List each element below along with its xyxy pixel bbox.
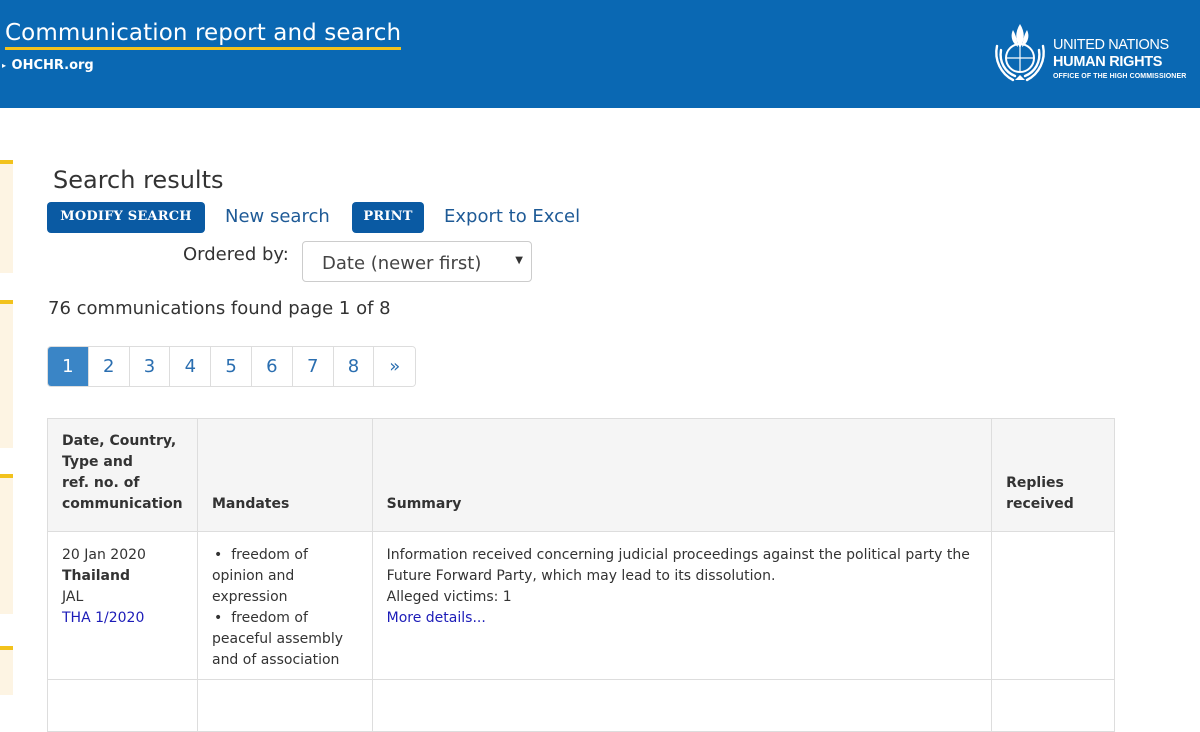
communication-country: Thailand bbox=[62, 568, 130, 584]
alleged-victims: Alleged victims: 1 bbox=[386, 589, 512, 605]
cell-replies bbox=[991, 531, 1115, 680]
page-5-button[interactable]: 5 bbox=[211, 347, 252, 386]
page-3-button[interactable]: 3 bbox=[129, 347, 171, 386]
page-2-button[interactable]: 2 bbox=[88, 347, 130, 386]
header-line: ref. no. of bbox=[62, 475, 140, 491]
column-header-summary: Summary bbox=[371, 418, 993, 532]
ordered-by-label: Ordered by: bbox=[183, 244, 289, 265]
table-row: 20 Jan 2020 Thailand JAL THA 1/2020 free… bbox=[47, 531, 1115, 680]
breadcrumb[interactable]: ▸ OHCHR.org bbox=[2, 58, 94, 73]
cell-mandates: freedom of opinion and expression freedo… bbox=[196, 531, 373, 680]
page-8-button[interactable]: 8 bbox=[333, 347, 375, 386]
column-header-date-country: Date, Country, Type and ref. no. of comm… bbox=[47, 418, 198, 532]
logo-text-human-rights: HUMAN RIGHTS bbox=[1053, 54, 1163, 70]
results-table: Date, Country, Type and ref. no. of comm… bbox=[47, 418, 1115, 732]
logo-text-united-nations: UNITED NATIONS bbox=[1053, 37, 1169, 53]
cell-empty bbox=[991, 679, 1115, 732]
site-header: Communication report and search ▸ OHCHR.… bbox=[0, 0, 1200, 108]
dropdown-caret-icon: ▼ bbox=[515, 255, 523, 266]
side-decoration-strip bbox=[0, 646, 13, 695]
un-emblem-icon bbox=[995, 24, 1045, 82]
side-decoration-strip bbox=[0, 300, 13, 448]
cell-empty bbox=[47, 679, 198, 732]
column-header-replies: Replies received bbox=[991, 418, 1115, 532]
page-6-button[interactable]: 6 bbox=[251, 347, 293, 386]
header-line: Date, Country, bbox=[62, 433, 177, 449]
more-details-link[interactable]: More details... bbox=[387, 610, 486, 626]
cell-empty bbox=[371, 679, 993, 732]
order-by-select[interactable]: Date (newer first) ▼ bbox=[302, 241, 532, 282]
side-decoration-strip bbox=[0, 474, 13, 614]
page-4-button[interactable]: 4 bbox=[170, 347, 212, 386]
print-button[interactable]: PRINT bbox=[352, 202, 424, 233]
breadcrumb-ohchr-link[interactable]: OHCHR.org bbox=[12, 58, 94, 73]
communication-ref-link[interactable]: THA 1/2020 bbox=[62, 610, 144, 626]
mandate-item: freedom of peaceful assembly and of asso… bbox=[212, 608, 358, 671]
mandates-list: freedom of opinion and expression freedo… bbox=[212, 545, 358, 671]
caret-right-icon: ▸ bbox=[2, 61, 7, 70]
new-search-link[interactable]: New search bbox=[225, 206, 330, 227]
table-header-row: Date, Country, Type and ref. no. of comm… bbox=[47, 418, 1115, 532]
pagination: 1 2 3 4 5 6 7 8 » bbox=[47, 346, 417, 387]
page-1-button[interactable]: 1 bbox=[48, 347, 89, 386]
side-strip-mark bbox=[0, 160, 13, 164]
header-line: Replies bbox=[1006, 475, 1064, 491]
next-page-button[interactable]: » bbox=[374, 347, 416, 386]
table-row bbox=[47, 679, 1115, 732]
side-strip-mark bbox=[0, 646, 13, 650]
header-line: communication bbox=[62, 496, 183, 512]
cell-date-country: 20 Jan 2020 Thailand JAL THA 1/2020 bbox=[47, 531, 198, 680]
results-count: 76 communications found page 1 of 8 bbox=[48, 298, 391, 319]
modify-search-button[interactable]: MODIFY SEARCH bbox=[47, 202, 205, 233]
side-strip-mark bbox=[0, 474, 13, 478]
export-to-excel-link[interactable]: Export to Excel bbox=[444, 206, 580, 227]
cell-empty bbox=[196, 679, 373, 732]
logo-text-office: OFFICE OF THE HIGH COMMISSIONER bbox=[1053, 73, 1187, 80]
communication-type: JAL bbox=[62, 589, 84, 605]
communication-date: 20 Jan 2020 bbox=[62, 547, 146, 563]
summary-text: Information received concerning judicial… bbox=[386, 547, 970, 584]
page-header-title[interactable]: Communication report and search bbox=[5, 20, 402, 50]
un-human-rights-logo[interactable]: UNITED NATIONS HUMAN RIGHTS OFFICE OF TH… bbox=[991, 20, 1191, 90]
side-decoration-strip bbox=[0, 160, 13, 273]
header-line: received bbox=[1006, 496, 1074, 512]
mandate-item: freedom of opinion and expression bbox=[212, 545, 358, 608]
side-strip-mark bbox=[0, 300, 13, 304]
cell-summary: Information received concerning judicial… bbox=[371, 531, 993, 680]
order-by-selected-value: Date (newer first) bbox=[322, 253, 482, 274]
header-line: Type and bbox=[62, 454, 133, 470]
search-results-title: Search results bbox=[53, 166, 224, 194]
page-7-button[interactable]: 7 bbox=[292, 347, 334, 386]
column-header-mandates: Mandates bbox=[196, 418, 373, 532]
